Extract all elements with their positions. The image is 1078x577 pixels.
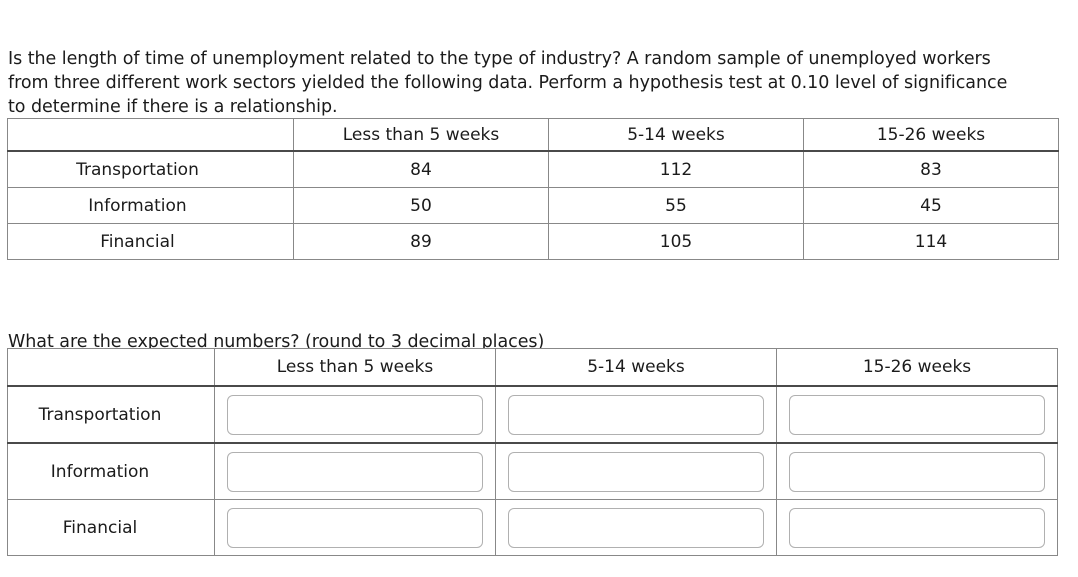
- observed-cell-r3c2: 105: [548, 223, 804, 260]
- observed-row-label-2: Information: [7, 187, 294, 224]
- table-row: Information 50 55 45: [7, 187, 1059, 224]
- observed-cell-r1c1: 84: [293, 150, 549, 188]
- table-row: Financial 89 105 114: [7, 223, 1059, 260]
- observed-row-label-1: Transportation: [7, 150, 294, 188]
- observed-cell-r1c2: 112: [548, 150, 804, 188]
- question-page: Is the length of time of unemployment re…: [0, 0, 1078, 577]
- expected-input-information-15-26-weeks[interactable]: [789, 451, 1045, 492]
- observed-column-header-3: 15-26 weeks: [803, 118, 1059, 152]
- observed-row-label-3: Financial: [7, 223, 294, 260]
- expected-input-cell-r1c1: [214, 385, 496, 444]
- table-row: Transportation: [7, 385, 1058, 444]
- expected-input-financial-15-26-weeks[interactable]: [789, 507, 1045, 548]
- expected-row-label-3: Financial: [7, 499, 215, 556]
- expected-column-header-1: Less than 5 weeks: [214, 348, 496, 387]
- observed-column-header-2: 5-14 weeks: [548, 118, 804, 152]
- observed-cell-r1c3: 83: [803, 150, 1059, 188]
- expected-counts-table: Less than 5 weeks 5-14 weeks 15-26 weeks…: [7, 348, 1058, 556]
- observed-cell-r3c1: 89: [293, 223, 549, 260]
- table-row: Financial: [7, 499, 1058, 556]
- expected-input-financial-less-than-5-weeks[interactable]: [227, 507, 483, 548]
- expected-input-cell-r2c1: [214, 442, 496, 500]
- question-prompt-intro: Is the length of time of unemployment re…: [8, 48, 1008, 117]
- table-row: Information: [7, 442, 1058, 500]
- expected-input-cell-r1c2: [495, 385, 777, 444]
- observed-cell-r2c1: 50: [293, 187, 549, 224]
- expected-input-cell-r3c2: [495, 499, 777, 556]
- observed-corner-cell: [7, 118, 294, 152]
- observed-cell-r2c3: 45: [803, 187, 1059, 224]
- expected-row-label-2: Information: [7, 442, 215, 500]
- expected-input-cell-r1c3: [776, 385, 1058, 444]
- expected-input-transportation-15-26-weeks[interactable]: [789, 394, 1045, 435]
- expected-column-header-3: 15-26 weeks: [776, 348, 1058, 387]
- table-header-row: Less than 5 weeks 5-14 weeks 15-26 weeks: [7, 348, 1058, 387]
- expected-input-cell-r3c1: [214, 499, 496, 556]
- expected-input-information-5-14-weeks[interactable]: [508, 451, 764, 492]
- expected-input-information-less-than-5-weeks[interactable]: [227, 451, 483, 492]
- expected-input-cell-r2c3: [776, 442, 1058, 500]
- table-row: Transportation 84 112 83: [7, 150, 1059, 188]
- observed-cell-r3c3: 114: [803, 223, 1059, 260]
- table-header-row: Less than 5 weeks 5-14 weeks 15-26 weeks: [7, 118, 1059, 152]
- observed-counts-table: Less than 5 weeks 5-14 weeks 15-26 weeks…: [7, 118, 1059, 260]
- observed-cell-r2c2: 55: [548, 187, 804, 224]
- expected-corner-cell: [7, 348, 215, 387]
- expected-row-label-1: Transportation: [7, 385, 215, 444]
- expected-input-transportation-less-than-5-weeks[interactable]: [227, 394, 483, 435]
- expected-input-transportation-5-14-weeks[interactable]: [508, 394, 764, 435]
- expected-input-cell-r3c3: [776, 499, 1058, 556]
- expected-input-cell-r2c2: [495, 442, 777, 500]
- expected-input-financial-5-14-weeks[interactable]: [508, 507, 764, 548]
- observed-column-header-1: Less than 5 weeks: [293, 118, 549, 152]
- expected-column-header-2: 5-14 weeks: [495, 348, 777, 387]
